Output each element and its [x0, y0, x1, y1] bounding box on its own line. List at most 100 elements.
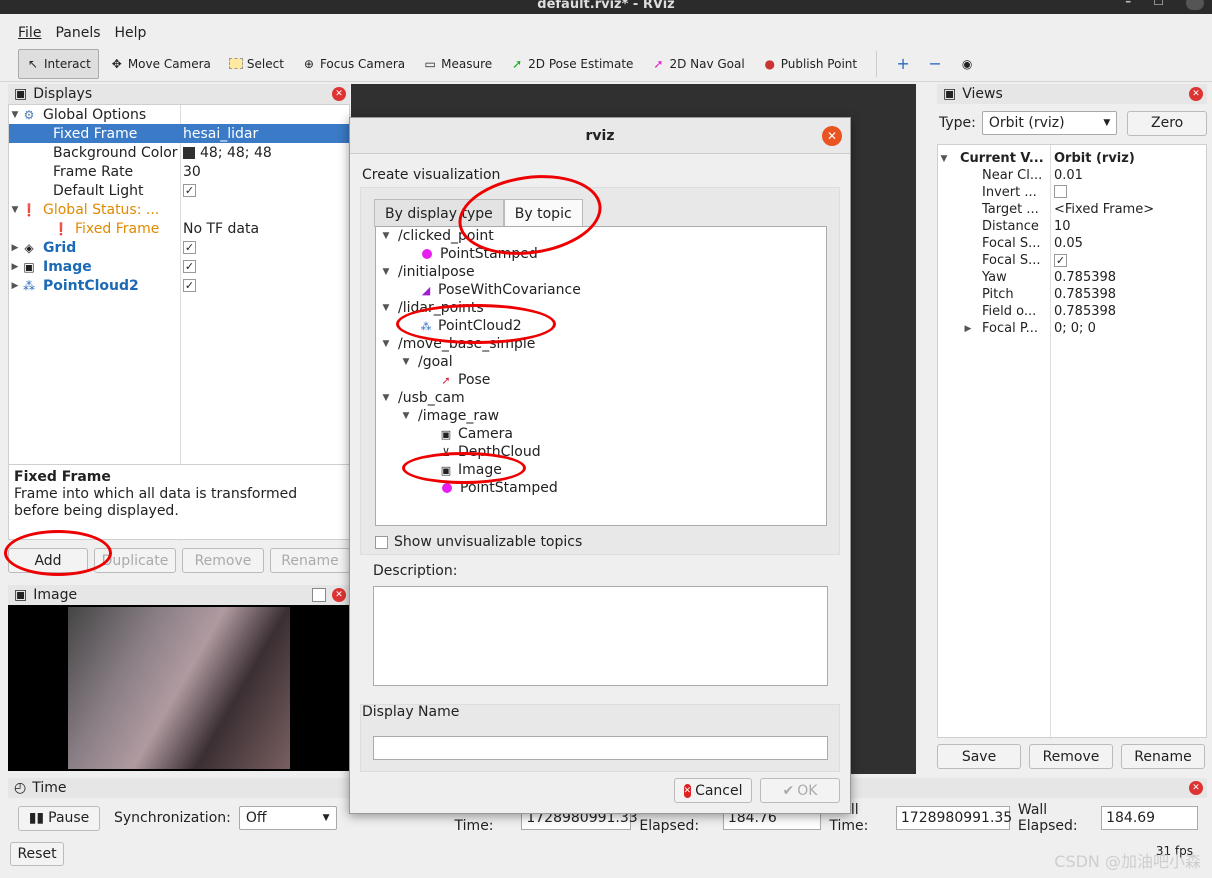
tool-publish-point[interactable]: ● Publish Point	[756, 49, 864, 79]
minimize-button[interactable]: –	[1125, 0, 1131, 10]
menu-panels[interactable]: Panels	[55, 25, 100, 41]
topic-row[interactable]: ⁂ PointCloud2	[376, 317, 826, 335]
expand-arrow-icon[interactable]: ▼	[380, 303, 392, 313]
color-swatch[interactable]	[183, 146, 195, 159]
tool-select[interactable]: Select	[222, 49, 291, 79]
topic-row[interactable]: ▣ Image	[376, 461, 826, 479]
expand-arrow-icon[interactable]: ▼	[400, 411, 412, 421]
remove-tool-button[interactable]: −	[921, 49, 949, 79]
expand-arrow-icon[interactable]: ▼	[9, 110, 21, 120]
view-prop-row[interactable]: Target ... <Fixed Frame>	[938, 202, 1206, 219]
pointcloud2-checkbox[interactable]: ✓	[183, 279, 196, 292]
time-close-icon[interactable]: ✕	[1189, 781, 1203, 795]
view-prop-row[interactable]: Invert ...	[938, 185, 1206, 202]
view-prop-row[interactable]: Focal S... ✓	[938, 253, 1206, 270]
tab-by-topic[interactable]: By topic	[503, 199, 583, 227]
expand-arrow-icon[interactable]: ▼	[380, 339, 392, 349]
view-prop-row[interactable]: Yaw 0.785398	[938, 270, 1206, 287]
expand-arrow-icon[interactable]: ▼	[380, 231, 392, 241]
display-row-grid[interactable]: ▶ ◈ Grid ✓	[9, 238, 349, 257]
topic-row[interactable]: ⊻ DepthCloud	[376, 443, 826, 461]
topic-row[interactable]: ▼/initialpose	[376, 263, 826, 281]
topic-row[interactable]: ▣ Camera	[376, 425, 826, 443]
view-options-button[interactable]: ◉	[953, 49, 981, 79]
display-row-pointcloud2[interactable]: ▶ ⁂ PointCloud2 ✓	[9, 276, 349, 295]
collapse-arrow-icon[interactable]: ▶	[9, 243, 21, 253]
topic-row[interactable]: ➚ Pose	[376, 371, 826, 389]
topic-row[interactable]: PointStamped	[376, 479, 826, 497]
expand-arrow-icon[interactable]: ▼	[9, 205, 21, 215]
maximize-button[interactable]: ☐	[1153, 0, 1164, 10]
remove-view-button[interactable]: Remove	[1029, 744, 1113, 769]
topic-row[interactable]: ▼/move_base_simple	[376, 335, 826, 353]
ok-button[interactable]: ✔ OK	[760, 778, 840, 803]
view-prop-row[interactable]: ▼ Current V... Orbit (rviz)	[938, 151, 1206, 168]
sync-select[interactable]: Off ▼	[238, 806, 337, 830]
topic-row[interactable]: PointStamped	[376, 245, 826, 263]
display-row-frame-rate[interactable]: Frame Rate 30	[9, 162, 349, 181]
pause-button[interactable]: ▮▮ Pause	[18, 805, 100, 831]
menu-file[interactable]: File	[18, 25, 41, 41]
topic-row[interactable]: ▼/goal	[376, 353, 826, 371]
tool-2d-nav-goal[interactable]: ➚ 2D Nav Goal	[644, 49, 751, 79]
expand-arrow-icon[interactable]: ▼	[380, 267, 392, 277]
view-prop-row[interactable]: ▶ Focal P... 0; 0; 0	[938, 321, 1206, 338]
collapse-arrow-icon[interactable]: ▶	[9, 281, 21, 291]
duplicate-button[interactable]: Duplicate	[94, 548, 176, 573]
views-close-icon[interactable]: ✕	[1189, 87, 1203, 101]
image-checkbox[interactable]: ✓	[183, 260, 196, 273]
topic-row[interactable]: ◢ PoseWithCovariance	[376, 281, 826, 299]
show-unvisualizable-checkbox[interactable]	[375, 535, 388, 549]
focal-shape-checkbox[interactable]: ✓	[1054, 254, 1067, 267]
show-unvisualizable-row[interactable]: Show unvisualizable topics	[375, 534, 582, 550]
expand-arrow-icon[interactable]: ▼	[400, 357, 412, 367]
watermark: CSDN @加油吧小森	[1054, 852, 1201, 871]
tool-measure[interactable]: ▭ Measure	[416, 49, 499, 79]
add-tool-button[interactable]: +	[889, 49, 917, 79]
expand-arrow-icon[interactable]: ▼	[938, 154, 950, 164]
topic-row[interactable]: ▼/usb_cam	[376, 389, 826, 407]
display-name-input[interactable]	[373, 736, 828, 760]
dialog-close-icon[interactable]: ✕	[822, 126, 842, 146]
float-icon[interactable]	[312, 588, 326, 602]
topic-row[interactable]: ▼/clicked_point	[376, 227, 826, 245]
cancel-button[interactable]: ✕ Cancel	[674, 778, 752, 803]
topic-row[interactable]: ▼/image_raw	[376, 407, 826, 425]
collapse-arrow-icon[interactable]: ▶	[9, 262, 21, 272]
reset-button[interactable]: Reset	[10, 842, 64, 866]
invert-checkbox[interactable]	[1054, 185, 1067, 198]
display-row-status-fixed-frame[interactable]: ❗ Fixed Frame No TF data	[9, 219, 349, 238]
save-view-button[interactable]: Save	[937, 744, 1021, 769]
tool-2d-pose-estimate[interactable]: ➚ 2D Pose Estimate	[503, 49, 640, 79]
remove-button[interactable]: Remove	[182, 548, 264, 573]
rename-button[interactable]: Rename	[270, 548, 350, 573]
image-panel-close-icon[interactable]: ✕	[332, 588, 346, 602]
display-row-global-status[interactable]: ▼ ❗ Global Status: ...	[9, 200, 349, 219]
view-prop-row[interactable]: Distance 10	[938, 219, 1206, 236]
displays-close-icon[interactable]: ✕	[332, 87, 346, 101]
display-row-background-color[interactable]: Background Color 48; 48; 48	[9, 143, 349, 162]
window-close-button[interactable]	[1186, 0, 1204, 10]
tool-move-camera[interactable]: ✥ Move Camera	[103, 49, 218, 79]
menu-help[interactable]: Help	[115, 25, 147, 41]
display-row-global-options[interactable]: ▼ ⚙ Global Options	[9, 105, 349, 124]
view-prop-row[interactable]: Near Cl... 0.01	[938, 168, 1206, 185]
add-button[interactable]: Add	[8, 548, 88, 573]
view-prop-row[interactable]: Focal S... 0.05	[938, 236, 1206, 253]
view-prop-row[interactable]: Pitch 0.785398	[938, 287, 1206, 304]
display-row-default-light[interactable]: Default Light ✓	[9, 181, 349, 200]
default-light-checkbox[interactable]: ✓	[183, 184, 196, 197]
tool-interact[interactable]: ↖ Interact	[18, 48, 99, 79]
view-type-select[interactable]: Orbit (rviz) ▼	[981, 111, 1118, 135]
grid-checkbox[interactable]: ✓	[183, 241, 196, 254]
expand-arrow-icon[interactable]: ▼	[380, 393, 392, 403]
display-row-image[interactable]: ▶ ▣ Image ✓	[9, 257, 349, 276]
zero-button[interactable]: Zero	[1127, 110, 1207, 136]
tool-focus-camera[interactable]: ⊕ Focus Camera	[295, 49, 412, 79]
display-row-fixed-frame[interactable]: Fixed Frame hesai_lidar	[9, 124, 349, 143]
rename-view-button[interactable]: Rename	[1121, 744, 1205, 769]
view-prop-row[interactable]: Field o... 0.785398	[938, 304, 1206, 321]
collapse-arrow-icon[interactable]: ▶	[962, 324, 974, 334]
tab-by-display-type[interactable]: By display type	[374, 199, 504, 227]
topic-row[interactable]: ▼/lidar_points	[376, 299, 826, 317]
